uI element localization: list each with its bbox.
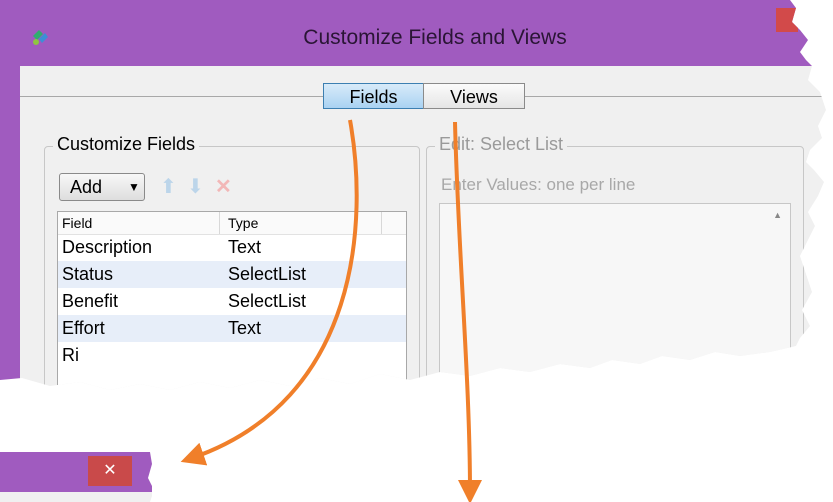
- type-cell: SelectList: [228, 264, 307, 284]
- table-row[interactable]: Benefit SelectList: [58, 288, 406, 315]
- customize-fields-group: Customize Fields Add ▼ ⬆ ⬇ ✕ Field Type …: [44, 134, 420, 390]
- type-cell: Text: [228, 237, 262, 257]
- window-frame-left: [0, 66, 20, 390]
- type-cell: Text: [228, 318, 262, 338]
- delete-icon[interactable]: ✕: [215, 175, 232, 199]
- dropdown-arrow-icon: ▼: [128, 180, 140, 194]
- dialog-client-area: Fields Views Customize Fields Add ▼ ⬆ ⬇ …: [20, 66, 826, 390]
- scroll-up-icon[interactable]: ▲: [773, 210, 782, 220]
- table-row[interactable]: Description Text: [58, 234, 406, 261]
- app-icon: [33, 30, 48, 45]
- edit-select-list-group: Edit: Select List Enter Values: one per …: [426, 134, 804, 390]
- add-dropdown-button[interactable]: Add ▼: [59, 173, 145, 201]
- values-hint-label: Enter Values: one per line: [441, 175, 636, 194]
- title-bar-snippet: ✕: [0, 452, 152, 502]
- column-header-field[interactable]: Field: [58, 212, 220, 234]
- customize-fields-legend: Customize Fields: [53, 134, 200, 155]
- type-cell: SelectList: [228, 291, 307, 311]
- fields-table: Field Type Description Text Status Selec…: [57, 211, 407, 390]
- snippet-body: [0, 492, 152, 502]
- field-cell: Effort: [62, 318, 105, 338]
- title-close-button[interactable]: [776, 8, 798, 32]
- arrow-down-icon[interactable]: ⬇: [187, 175, 204, 199]
- column-header-type[interactable]: Type: [220, 212, 382, 234]
- tab-views[interactable]: Views: [423, 83, 525, 109]
- table-row[interactable]: Effort Text: [58, 315, 406, 342]
- table-row[interactable]: Status SelectList: [58, 261, 406, 288]
- field-cell: Description: [62, 237, 153, 257]
- customize-window: Customize Fields and Views Fields Views …: [0, 0, 826, 390]
- field-cell: Status: [62, 264, 114, 284]
- tab-fields[interactable]: Fields: [323, 83, 424, 109]
- title-bar: Customize Fields and Views: [0, 0, 826, 66]
- table-row[interactable]: Ri: [58, 342, 406, 369]
- edit-select-list-legend: Edit: Select List: [435, 134, 568, 155]
- field-cell: Benefit: [62, 291, 119, 311]
- window-title: Customize Fields and Views: [303, 26, 567, 49]
- add-button-label: Add: [70, 177, 103, 197]
- field-cell: Ri: [62, 345, 79, 365]
- close-button[interactable]: ✕: [88, 456, 132, 486]
- values-textarea[interactable]: ▲: [439, 203, 791, 390]
- arrow-up-icon[interactable]: ⬆: [160, 175, 177, 199]
